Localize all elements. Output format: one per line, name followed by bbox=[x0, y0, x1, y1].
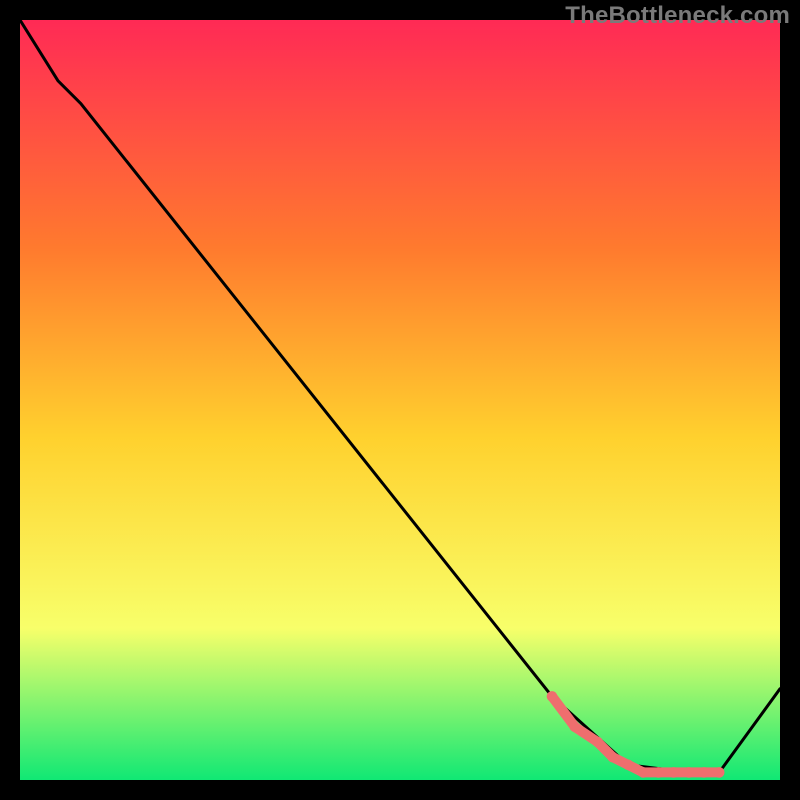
optimal-range-marker bbox=[623, 760, 634, 771]
watermark-text: TheBottleneck.com bbox=[565, 2, 790, 30]
optimal-range-marker bbox=[699, 767, 710, 778]
gradient-background bbox=[20, 20, 780, 780]
optimal-range-marker bbox=[570, 722, 581, 733]
chart-svg bbox=[20, 20, 780, 780]
optimal-range-marker bbox=[592, 737, 603, 748]
chart-stage: TheBottleneck.com bbox=[0, 0, 800, 800]
optimal-range-marker bbox=[684, 767, 695, 778]
optimal-range-marker bbox=[653, 767, 664, 778]
optimal-range-marker bbox=[638, 767, 649, 778]
optimal-range-marker bbox=[547, 691, 558, 702]
plot-area bbox=[20, 20, 780, 780]
optimal-range-marker bbox=[668, 767, 679, 778]
optimal-range-marker bbox=[714, 767, 725, 778]
optimal-range-marker bbox=[608, 752, 619, 763]
